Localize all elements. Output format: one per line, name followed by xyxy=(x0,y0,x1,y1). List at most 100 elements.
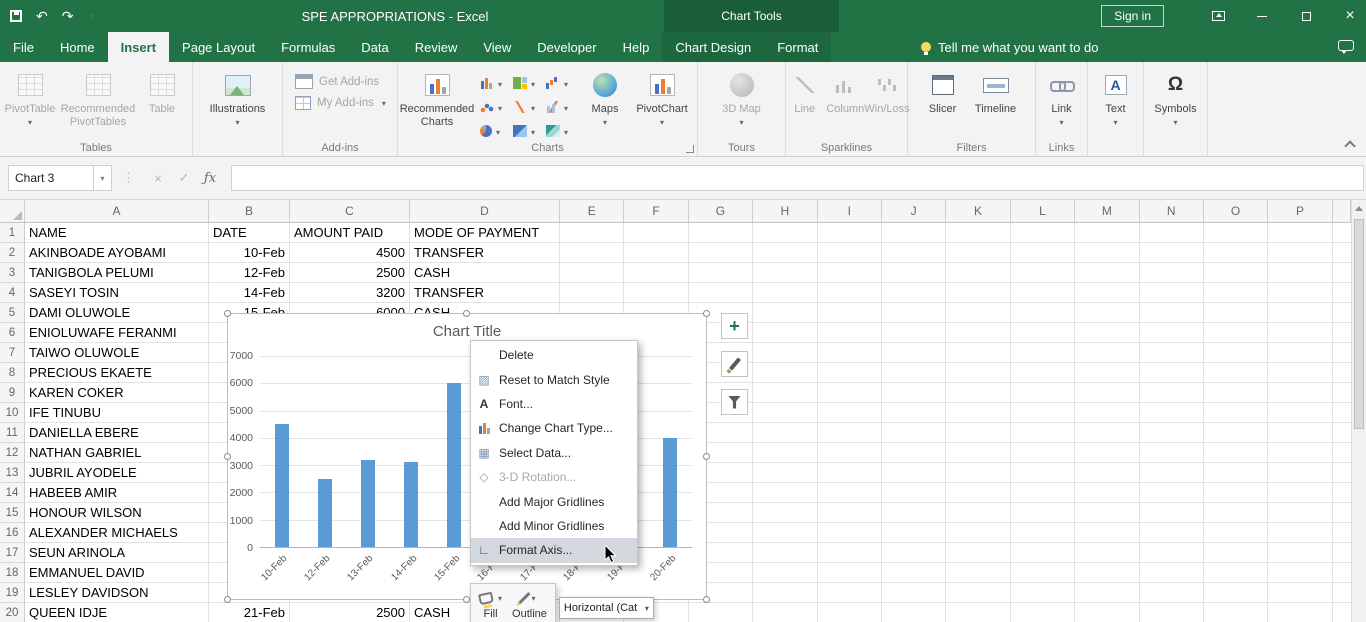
cell-empty[interactable] xyxy=(1075,343,1139,363)
row-header[interactable]: 2 xyxy=(0,243,25,263)
cell-empty[interactable] xyxy=(946,443,1010,463)
chart-type-button[interactable] xyxy=(544,119,577,143)
cell-empty[interactable] xyxy=(1204,223,1268,243)
cell-empty[interactable] xyxy=(1075,523,1139,543)
column-header[interactable]: H xyxy=(753,200,817,223)
cell-empty[interactable] xyxy=(753,403,817,423)
cell-empty[interactable] xyxy=(882,243,946,263)
ribbon-display-options-icon[interactable] xyxy=(1202,0,1234,32)
cell-empty[interactable] xyxy=(753,263,817,283)
cell-name[interactable]: DANIELLA EBERE xyxy=(25,423,209,443)
cell-name[interactable]: TANIGBOLA PELUMI xyxy=(25,263,209,283)
vertical-scrollbar[interactable] xyxy=(1351,200,1366,622)
scroll-up-icon[interactable] xyxy=(1352,200,1366,217)
column-header[interactable]: N xyxy=(1140,200,1204,223)
cancel-icon[interactable]: × xyxy=(145,171,171,186)
cell-empty[interactable] xyxy=(1268,403,1332,423)
cell-empty[interactable] xyxy=(1075,323,1139,343)
cell-empty[interactable] xyxy=(1204,583,1268,603)
cell-empty[interactable] xyxy=(1333,523,1351,543)
cell-empty[interactable] xyxy=(946,363,1010,383)
cell-empty[interactable] xyxy=(1204,403,1268,423)
tell-me-box[interactable]: Tell me what you want to do xyxy=(921,32,1098,62)
cell-empty[interactable] xyxy=(1011,263,1075,283)
cell-empty[interactable] xyxy=(1075,363,1139,383)
cell-empty[interactable] xyxy=(1333,483,1351,503)
chart-resize-handle[interactable] xyxy=(224,453,231,460)
cell-empty[interactable] xyxy=(1011,303,1075,323)
cell-empty[interactable] xyxy=(1268,303,1332,323)
column-header[interactable]: L xyxy=(1011,200,1075,223)
cell-empty[interactable] xyxy=(946,543,1010,563)
cell-empty[interactable] xyxy=(1333,343,1351,363)
cell-empty[interactable] xyxy=(1140,243,1204,263)
cell-empty[interactable] xyxy=(946,343,1010,363)
cell-empty[interactable] xyxy=(1011,463,1075,483)
cell-empty[interactable] xyxy=(1075,603,1139,622)
cell-empty[interactable] xyxy=(882,583,946,603)
cell-empty[interactable] xyxy=(689,283,753,303)
sparkline-winloss-button[interactable]: Win/Loss xyxy=(867,67,907,116)
cell-empty[interactable] xyxy=(1011,563,1075,583)
cell-empty[interactable] xyxy=(1011,543,1075,563)
cell-empty[interactable] xyxy=(1075,543,1139,563)
formula-input[interactable] xyxy=(231,165,1364,191)
cell-empty[interactable] xyxy=(1268,603,1332,622)
cell-empty[interactable] xyxy=(946,563,1010,583)
chart-bar[interactable] xyxy=(361,460,375,547)
cell-empty[interactable] xyxy=(1333,223,1351,243)
cell-name[interactable]: HONOUR WILSON xyxy=(25,503,209,523)
row-header[interactable]: 10 xyxy=(0,403,25,423)
cell-name[interactable]: JUBRIL AYODELE xyxy=(25,463,209,483)
chart-bar[interactable] xyxy=(318,479,332,547)
text-button[interactable]: A Text xyxy=(1094,67,1138,128)
cell-empty[interactable] xyxy=(882,403,946,423)
cell-empty[interactable] xyxy=(689,603,753,622)
timeline-button[interactable]: Timeline xyxy=(967,67,1025,116)
cell-name[interactable]: AKINBOADE AYOBAMI xyxy=(25,243,209,263)
cell-date[interactable]: 10-Feb xyxy=(209,243,290,263)
cell-empty[interactable] xyxy=(818,483,882,503)
customize-qat-icon[interactable] xyxy=(87,11,93,21)
ribbon-tab[interactable]: Format xyxy=(764,32,831,62)
chart-type-button[interactable] xyxy=(478,95,511,119)
cell-empty[interactable] xyxy=(946,423,1010,443)
cell-empty[interactable] xyxy=(753,503,817,523)
cell-empty[interactable] xyxy=(946,323,1010,343)
recommended-pivottables-button[interactable]: Recommended PivotTables xyxy=(60,67,136,128)
table-button[interactable]: Table xyxy=(136,67,188,116)
cell-empty[interactable] xyxy=(1011,423,1075,443)
redo-icon[interactable]: ↷ xyxy=(62,9,74,23)
cell-empty[interactable] xyxy=(946,303,1010,323)
chart-resize-handle[interactable] xyxy=(224,310,231,317)
scrollbar-thumb[interactable] xyxy=(1354,219,1364,429)
sparkline-line-button[interactable]: Line xyxy=(786,67,824,116)
maps-button[interactable]: Maps xyxy=(581,67,629,128)
sparkline-column-button[interactable]: Column xyxy=(824,67,867,116)
ribbon-tab[interactable]: Developer xyxy=(524,32,609,62)
get-addins-button[interactable]: Get Add-ins xyxy=(295,74,387,89)
cell-empty[interactable] xyxy=(1140,283,1204,303)
cell-empty[interactable] xyxy=(882,523,946,543)
ribbon-tab[interactable]: Review xyxy=(402,32,471,62)
cell-mode[interactable]: TRANSFER xyxy=(410,283,560,303)
cell-empty[interactable] xyxy=(818,563,882,583)
ribbon-tab[interactable]: Formulas xyxy=(268,32,348,62)
column-header[interactable]: I xyxy=(818,200,882,223)
cell-empty[interactable] xyxy=(1204,603,1268,622)
cell-empty[interactable] xyxy=(818,543,882,563)
cell-empty[interactable] xyxy=(1333,303,1351,323)
cell-name[interactable]: NAME xyxy=(25,223,209,243)
column-header[interactable]: P xyxy=(1268,200,1332,223)
cell-empty[interactable] xyxy=(1268,363,1332,383)
cell-empty[interactable] xyxy=(1140,443,1204,463)
row-header[interactable]: 15 xyxy=(0,503,25,523)
ribbon-tab[interactable]: File xyxy=(0,32,47,62)
cell-empty[interactable] xyxy=(1204,503,1268,523)
cell-empty[interactable] xyxy=(1204,383,1268,403)
cell-empty[interactable] xyxy=(753,483,817,503)
cell-empty[interactable] xyxy=(1204,303,1268,323)
close-icon[interactable]: × xyxy=(1334,0,1366,32)
cell-empty[interactable] xyxy=(1140,583,1204,603)
cell-empty[interactable] xyxy=(1140,343,1204,363)
